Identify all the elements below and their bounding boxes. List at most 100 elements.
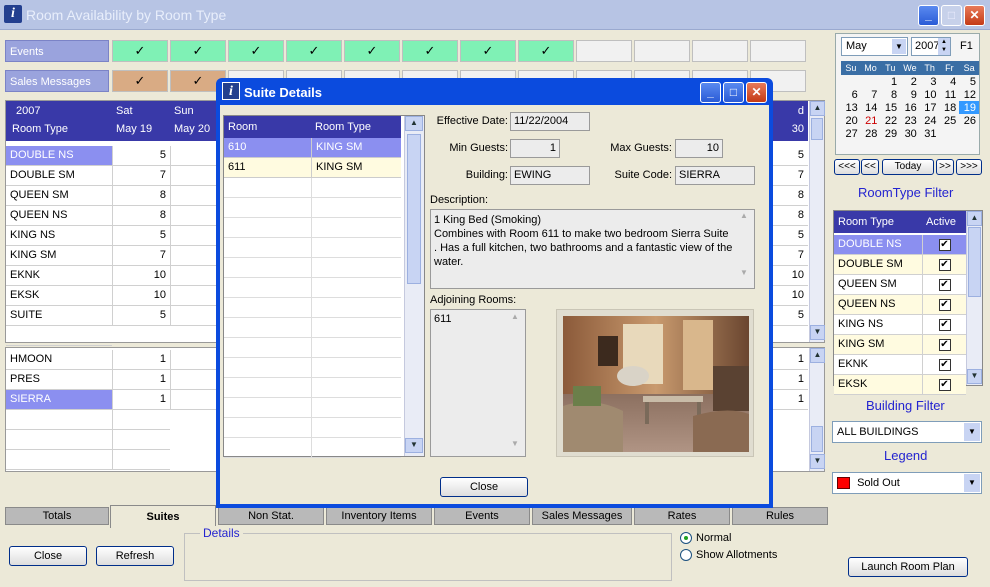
checkbox-checked-icon[interactable]: ✔	[938, 279, 951, 291]
calendar-day[interactable]: 2	[900, 75, 920, 88]
events-cell[interactable]	[750, 40, 806, 62]
scroll-down-arrow[interactable]: ▼	[967, 369, 982, 384]
roomtype-row-label[interactable]: DOUBLE NS	[6, 146, 112, 166]
effective-date-field[interactable]: 11/22/2004	[510, 112, 590, 131]
tab-inventory-items[interactable]: Inventory Items	[326, 507, 432, 525]
scroll-up-arrow[interactable]: ▲	[508, 312, 522, 321]
roomtype-filter-item[interactable]: DOUBLE NS	[834, 235, 922, 255]
calendar-day[interactable]: 10	[920, 88, 940, 101]
calendar-day[interactable]: 25	[940, 114, 960, 127]
scroll-thumb[interactable]	[811, 118, 823, 140]
roomtype-filter-item[interactable]: DOUBLE SM	[834, 255, 922, 275]
suite-row-label[interactable]: SIERRA	[6, 390, 112, 410]
calendar-day[interactable]: 26	[959, 114, 979, 127]
tab-suites[interactable]: Suites	[110, 505, 216, 528]
chevron-down-icon[interactable]: ▼	[964, 423, 980, 441]
suite-row-label[interactable]: HMOON	[6, 350, 112, 370]
checkbox-checked-icon[interactable]: ✔	[938, 319, 951, 331]
calendar-day[interactable]: 11	[940, 88, 960, 101]
suites-scrollbar[interactable]: ▲ ▼	[809, 348, 825, 471]
scroll-thumb[interactable]	[968, 227, 981, 297]
checkbox-checked-icon[interactable]: ✔	[938, 239, 951, 251]
year-spinner[interactable]: 2007 ▲ ▼	[911, 37, 951, 56]
roomtype-row-label[interactable]: SUITE	[6, 306, 112, 326]
room-cell[interactable]: 610	[224, 138, 311, 158]
radio-show-allotments[interactable]: Show Allotments	[680, 549, 777, 561]
calendar-day[interactable]: 4	[940, 75, 960, 88]
checkbox-checked-icon[interactable]: ✔	[938, 379, 951, 391]
roomtype-cell[interactable]: KING SM	[311, 138, 401, 158]
calendar-day[interactable]: 12	[959, 88, 979, 101]
launch-room-plan-button[interactable]: Launch Room Plan	[848, 557, 968, 577]
rooms-scrollbar[interactable]: ▲ ▼	[404, 116, 424, 456]
calendar-day[interactable]: 13	[841, 101, 861, 114]
events-cell[interactable]	[634, 40, 690, 62]
scroll-up-arrow[interactable]: ▲	[810, 101, 825, 116]
events-cell[interactable]: ✓	[402, 40, 458, 62]
building-select[interactable]: ALL BUILDINGS ▼	[832, 421, 982, 443]
suite-code-field[interactable]: SIERRA	[675, 166, 755, 185]
scroll-up-arrow[interactable]: ▲	[737, 211, 751, 220]
calendar-day[interactable]: 16	[900, 101, 920, 114]
close-window-button[interactable]: ✕	[964, 5, 985, 26]
scroll-up-arrow[interactable]: ▲	[810, 348, 825, 363]
chevron-down-icon[interactable]: ▼	[892, 39, 906, 54]
calendar-day[interactable]: 6	[841, 88, 861, 101]
calendar-day[interactable]: 15	[880, 101, 900, 114]
roomtype-row-label[interactable]: KING SM	[6, 246, 112, 266]
calendar-day[interactable]: 22	[880, 114, 900, 127]
events-cell[interactable]: ✓	[460, 40, 516, 62]
calendar-nav-button[interactable]: >>>	[956, 159, 982, 175]
max-guests-field[interactable]: 10	[675, 139, 723, 158]
adjoining-scrollbar[interactable]: ▲ ▼	[508, 312, 522, 454]
room-cell[interactable]: 611	[224, 158, 311, 178]
calendar-day[interactable]: 1	[880, 75, 900, 88]
calendar-day[interactable]: 18	[940, 101, 960, 114]
cell-sat[interactable]: 1	[112, 370, 170, 390]
sales-cell[interactable]: ✓	[112, 70, 168, 92]
roomtype-row-label[interactable]: QUEEN SM	[6, 186, 112, 206]
minimize-button[interactable]: _	[918, 5, 939, 26]
tab-events[interactable]: Events	[434, 507, 530, 525]
calendar-day[interactable]: 14	[861, 101, 881, 114]
dialog-close-button[interactable]: Close	[440, 477, 528, 497]
tab-rules[interactable]: Rules	[732, 507, 828, 525]
cell-sat[interactable]: 8	[112, 206, 170, 226]
cell-sat[interactable]: 8	[112, 186, 170, 206]
roomtype-filter-item[interactable]: QUEEN NS	[834, 295, 922, 315]
refresh-button[interactable]: Refresh	[96, 546, 174, 566]
min-guests-field[interactable]: 1	[510, 139, 560, 158]
calendar-day[interactable]: 17	[920, 101, 940, 114]
events-cell[interactable]	[692, 40, 748, 62]
spinner-arrows-icon[interactable]: ▲ ▼	[938, 38, 950, 55]
events-cell[interactable]: ✓	[228, 40, 284, 62]
roomtype-filter-item[interactable]: EKNK	[834, 355, 922, 375]
radio-normal[interactable]: Normal	[680, 532, 731, 544]
cell-sat[interactable]: 1	[112, 350, 170, 370]
roomtype-row-label[interactable]: EKSK	[6, 286, 112, 306]
calendar-nav-button[interactable]: Today	[882, 159, 934, 175]
chevron-down-icon[interactable]: ▼	[964, 474, 980, 492]
calendar-day[interactable]: 23	[900, 114, 920, 127]
scroll-down-arrow[interactable]: ▼	[508, 439, 522, 448]
grid-header-sat[interactable]: Sat May 19	[112, 101, 170, 141]
cell-sat[interactable]: 7	[112, 166, 170, 186]
calendar-day[interactable]: 30	[900, 127, 920, 140]
cell-sat[interactable]: 10	[112, 286, 170, 306]
dialog-minimize-button[interactable]: _	[700, 82, 721, 103]
events-cell[interactable]: ✓	[344, 40, 400, 62]
roomtype-filter-item[interactable]: QUEEN SM	[834, 275, 922, 295]
suite-row-label[interactable]: PRES	[6, 370, 112, 390]
roomtype-row-label[interactable]: EKNK	[6, 266, 112, 286]
building-field[interactable]: EWING	[510, 166, 590, 185]
calendar-day[interactable]: 20	[841, 114, 861, 127]
calendar-nav-button[interactable]: <<	[861, 159, 879, 175]
events-cell[interactable]: ✓	[518, 40, 574, 62]
calendar-day[interactable]: 9	[900, 88, 920, 101]
scroll-down-arrow[interactable]: ▼	[737, 268, 751, 277]
events-cell[interactable]: ✓	[112, 40, 168, 62]
calendar-day[interactable]: 24	[920, 114, 940, 127]
cell-sat[interactable]: 10	[112, 266, 170, 286]
calendar-day[interactable]: 21	[861, 114, 881, 127]
month-select[interactable]: May ▼	[841, 37, 908, 56]
